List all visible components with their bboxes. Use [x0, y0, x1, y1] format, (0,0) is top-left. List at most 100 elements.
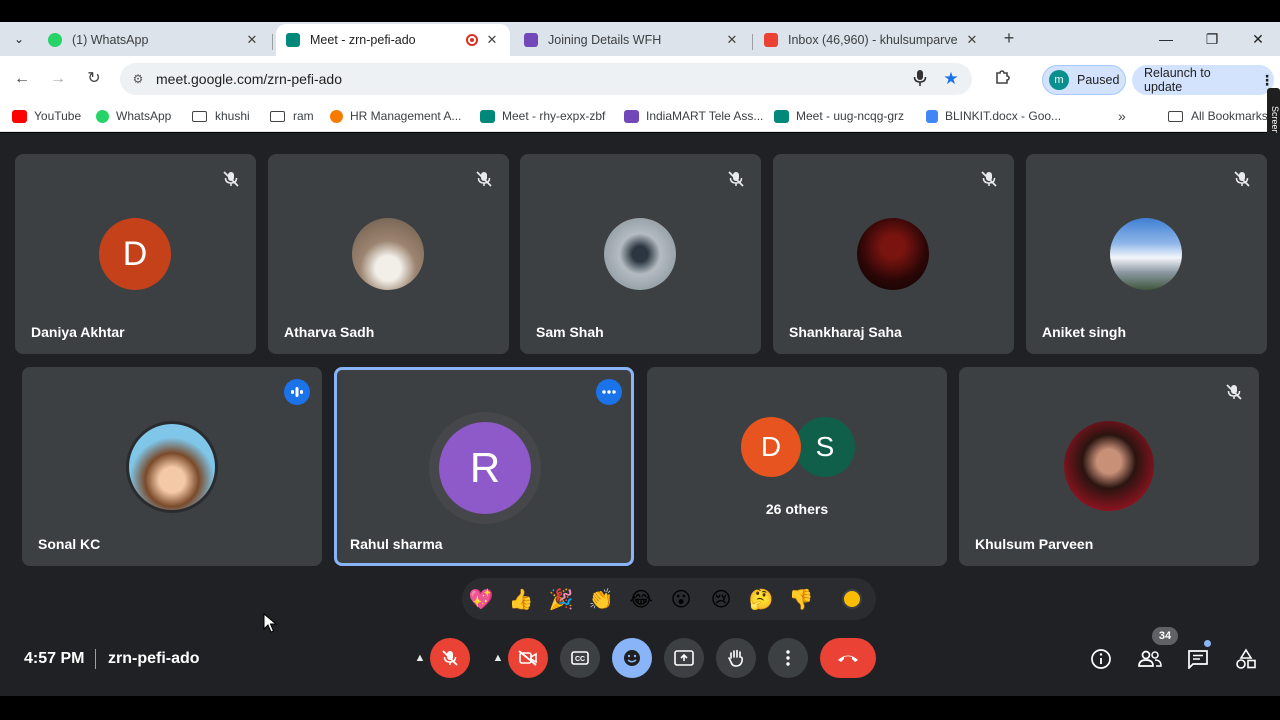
present-screen-icon — [674, 650, 694, 666]
forward-arrow-icon[interactable]: → — [46, 67, 70, 91]
camera-toggle-button[interactable] — [508, 638, 548, 678]
bookmark-star-icon[interactable]: ★ — [940, 68, 962, 90]
gmail-favicon-icon — [764, 33, 778, 47]
leave-call-button[interactable] — [820, 638, 876, 678]
restore-window-icon[interactable]: ❐ — [1192, 26, 1232, 52]
bookmark-label: YouTube — [34, 109, 82, 123]
meeting-time: 4:57 PM — [24, 650, 85, 667]
present-screen-button[interactable] — [664, 638, 704, 678]
bookmark-indiamart[interactable]: IndiaMART Tele Ass... — [624, 109, 763, 123]
tab-search-chevron-icon[interactable]: ⌄ — [8, 28, 30, 50]
meeting-details-info-icon[interactable] — [1088, 646, 1114, 672]
skin-tone-selector-icon[interactable] — [842, 589, 862, 609]
more-options-button[interactable] — [768, 638, 808, 678]
bookmark-folder-khushi[interactable]: khushi — [192, 109, 250, 123]
back-arrow-icon[interactable]: ← — [10, 67, 34, 91]
mic-off-icon — [1234, 171, 1250, 187]
mic-toggle-button[interactable] — [430, 638, 470, 678]
more-bookmarks-chevron-icon[interactable]: » — [1118, 108, 1126, 124]
reactions-bar: 💖 👍 🎉 👏 😂 😮 😢 🤔 👎 — [462, 578, 876, 620]
kebab-menu-icon[interactable]: ⋮ — [1260, 72, 1274, 89]
microphone-icon[interactable] — [910, 69, 930, 89]
captions-button[interactable]: CC — [560, 638, 600, 678]
all-bookmarks-button[interactable]: All Bookmarks — [1168, 109, 1268, 123]
site-settings-icon[interactable]: ⚙ — [130, 71, 146, 87]
address-bar[interactable]: ⚙ meet.google.com/zrn-pefi-ado ★ — [120, 63, 972, 95]
participant-tile-active[interactable]: R Rahul sharma — [334, 367, 634, 566]
participant-name: Atharva Sadh — [284, 324, 375, 340]
bookmark-meet-rhy[interactable]: Meet - rhy-expx-zbf — [480, 109, 605, 123]
relaunch-to-update-button[interactable]: Relaunch to update ⋮ — [1132, 65, 1274, 95]
avatar-photo — [126, 421, 218, 513]
audio-settings-chevron-icon[interactable]: ▲ — [412, 648, 428, 668]
avatar-photo — [352, 218, 424, 290]
participant-name: Sam Shah — [536, 324, 604, 340]
unread-chat-dot — [1204, 640, 1211, 647]
bottom-black-bar — [0, 696, 1280, 720]
bookmark-hr-management[interactable]: HR Management A... — [330, 109, 461, 123]
participant-tile[interactable]: Atharva Sadh — [268, 154, 509, 354]
reaction-sad[interactable]: 😢 — [708, 587, 734, 613]
mic-off-icon — [442, 650, 458, 666]
raise-hand-button[interactable] — [716, 638, 756, 678]
emoji-icon — [624, 650, 640, 666]
mic-off-icon — [476, 171, 492, 187]
close-tab-icon[interactable]: ✕ — [724, 32, 740, 48]
reaction-thinking[interactable]: 🤔 — [748, 587, 774, 613]
more-options-dots-icon[interactable] — [596, 379, 622, 405]
profile-paused-button[interactable]: m Paused — [1042, 65, 1126, 95]
bookmark-whatsapp[interactable]: WhatsApp — [96, 109, 171, 123]
participant-name: Rahul sharma — [350, 536, 443, 552]
participant-name: Daniya Akhtar — [31, 324, 125, 340]
participant-tile[interactable]: Aniket singh — [1026, 154, 1267, 354]
reaction-joy[interactable]: 😂 — [628, 587, 654, 613]
bookmark-label: BLINKIT.docx - Goo... — [945, 109, 1062, 123]
close-window-icon[interactable]: ✕ — [1238, 26, 1278, 52]
bookmark-label: WhatsApp — [116, 109, 172, 123]
tab-joining-details[interactable]: Joining Details WFH ✕ — [514, 24, 750, 56]
folder-icon — [192, 110, 207, 122]
youtube-icon — [12, 109, 27, 123]
chat-icon[interactable] — [1185, 646, 1211, 672]
tab-gmail-inbox[interactable]: Inbox (46,960) - khulsumparvee ✕ — [754, 24, 990, 56]
bookmark-youtube[interactable]: YouTube — [12, 109, 81, 123]
others-tile[interactable]: D S 26 others — [647, 367, 947, 566]
new-tab-plus-icon[interactable]: + — [998, 28, 1020, 50]
reaction-clap[interactable]: 👏 — [588, 587, 614, 613]
reload-icon[interactable]: ↻ — [82, 67, 106, 91]
video-settings-chevron-icon[interactable]: ▲ — [490, 648, 506, 668]
tab-meet[interactable]: Meet - zrn-pefi-ado ✕ — [276, 24, 510, 56]
meet-favicon-icon — [286, 33, 300, 47]
participant-tile[interactable]: Sonal KC — [22, 367, 322, 566]
minimize-window-icon[interactable]: — — [1146, 26, 1186, 52]
bookmark-blinkit-doc[interactable]: BLINKIT.docx - Goo... — [926, 109, 1061, 123]
participant-name: Aniket singh — [1042, 324, 1127, 340]
reaction-heart[interactable]: 💖 — [468, 587, 494, 613]
recording-indicator-icon — [466, 34, 478, 46]
reactions-button[interactable] — [612, 638, 652, 678]
reaction-thumbs-down[interactable]: 👎 — [788, 587, 814, 613]
activities-shapes-icon[interactable] — [1233, 646, 1259, 672]
participant-tile[interactable]: Sam Shah — [520, 154, 761, 354]
tab-whatsapp[interactable]: (1) WhatsApp ✕ — [38, 24, 270, 56]
bookmark-label: ram — [293, 109, 314, 123]
participant-tile[interactable]: Shankharaj Saha — [773, 154, 1014, 354]
close-tab-icon[interactable]: ✕ — [244, 32, 260, 48]
close-tab-icon[interactable]: ✕ — [484, 32, 500, 48]
reaction-surprised[interactable]: 😮 — [668, 587, 694, 613]
people-icon[interactable] — [1136, 646, 1164, 672]
svg-text:CC: CC — [575, 656, 585, 663]
tab-title: (1) WhatsApp — [72, 33, 149, 47]
extensions-puzzle-icon[interactable] — [992, 68, 1014, 90]
bookmark-folder-ram[interactable]: ram — [270, 109, 314, 123]
tab-divider — [272, 34, 273, 50]
close-tab-icon[interactable]: ✕ — [964, 32, 980, 48]
reaction-party[interactable]: 🎉 — [548, 587, 574, 613]
participant-tile[interactable]: Khulsum Parveen — [959, 367, 1259, 566]
bookmark-meet-uug[interactable]: Meet - uug-ncqg-grz — [774, 109, 904, 123]
reaction-thumbs-up[interactable]: 👍 — [508, 587, 534, 613]
participant-tile[interactable]: D Daniya Akhtar — [15, 154, 256, 354]
top-black-bar — [0, 0, 1280, 22]
meet-icon — [774, 109, 789, 123]
hang-up-icon — [838, 655, 858, 662]
